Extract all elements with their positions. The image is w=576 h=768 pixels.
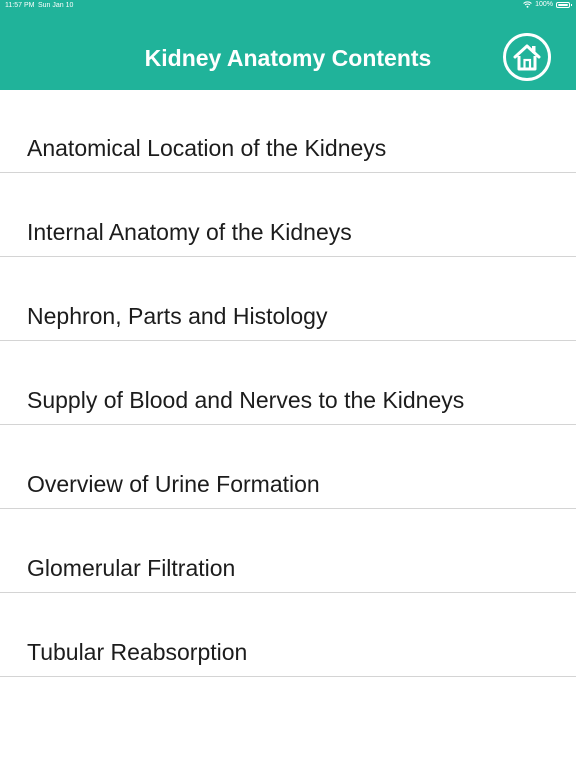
list-item-label: Internal Anatomy of the Kidneys bbox=[27, 219, 352, 245]
list-item-label: Supply of Blood and Nerves to the Kidney… bbox=[27, 387, 465, 413]
status-time: 11:57 PM bbox=[5, 2, 35, 9]
status-indicators: 100% bbox=[523, 1, 572, 8]
list-item-label: Anatomical Location of the Kidneys bbox=[27, 135, 387, 161]
status-bar: 11:57 PM Sun Jan 10 100% bbox=[0, 0, 576, 12]
list-item[interactable]: Tubular Reabsorption bbox=[0, 593, 576, 677]
status-date: Sun Jan 10 bbox=[38, 2, 74, 9]
battery-icon bbox=[556, 1, 572, 8]
battery-percent: 100% bbox=[535, 1, 553, 8]
list-item[interactable]: Nephron, Parts and Histology bbox=[0, 257, 576, 341]
list-item[interactable]: Glomerular Filtration bbox=[0, 509, 576, 593]
nav-header: 11:57 PM Sun Jan 10 100% Kidney Anatomy … bbox=[0, 0, 576, 90]
page-title: Kidney Anatomy Contents bbox=[144, 45, 432, 71]
wifi-icon bbox=[523, 1, 532, 8]
list-item[interactable]: Overview of Urine Formation bbox=[0, 425, 576, 509]
list-item-label: Glomerular Filtration bbox=[27, 555, 236, 581]
list-item[interactable]: Anatomical Location of the Kidneys bbox=[0, 90, 576, 173]
list-item[interactable]: Internal Anatomy of the Kidneys bbox=[0, 173, 576, 257]
home-icon bbox=[512, 42, 542, 72]
list-item-label: Tubular Reabsorption bbox=[27, 639, 248, 665]
contents-list: Anatomical Location of the Kidneys Inter… bbox=[0, 90, 576, 677]
home-button[interactable] bbox=[503, 33, 551, 81]
list-item[interactable]: Supply of Blood and Nerves to the Kidney… bbox=[0, 341, 576, 425]
list-item-label: Nephron, Parts and Histology bbox=[27, 303, 328, 329]
list-item-label: Overview of Urine Formation bbox=[27, 471, 320, 497]
